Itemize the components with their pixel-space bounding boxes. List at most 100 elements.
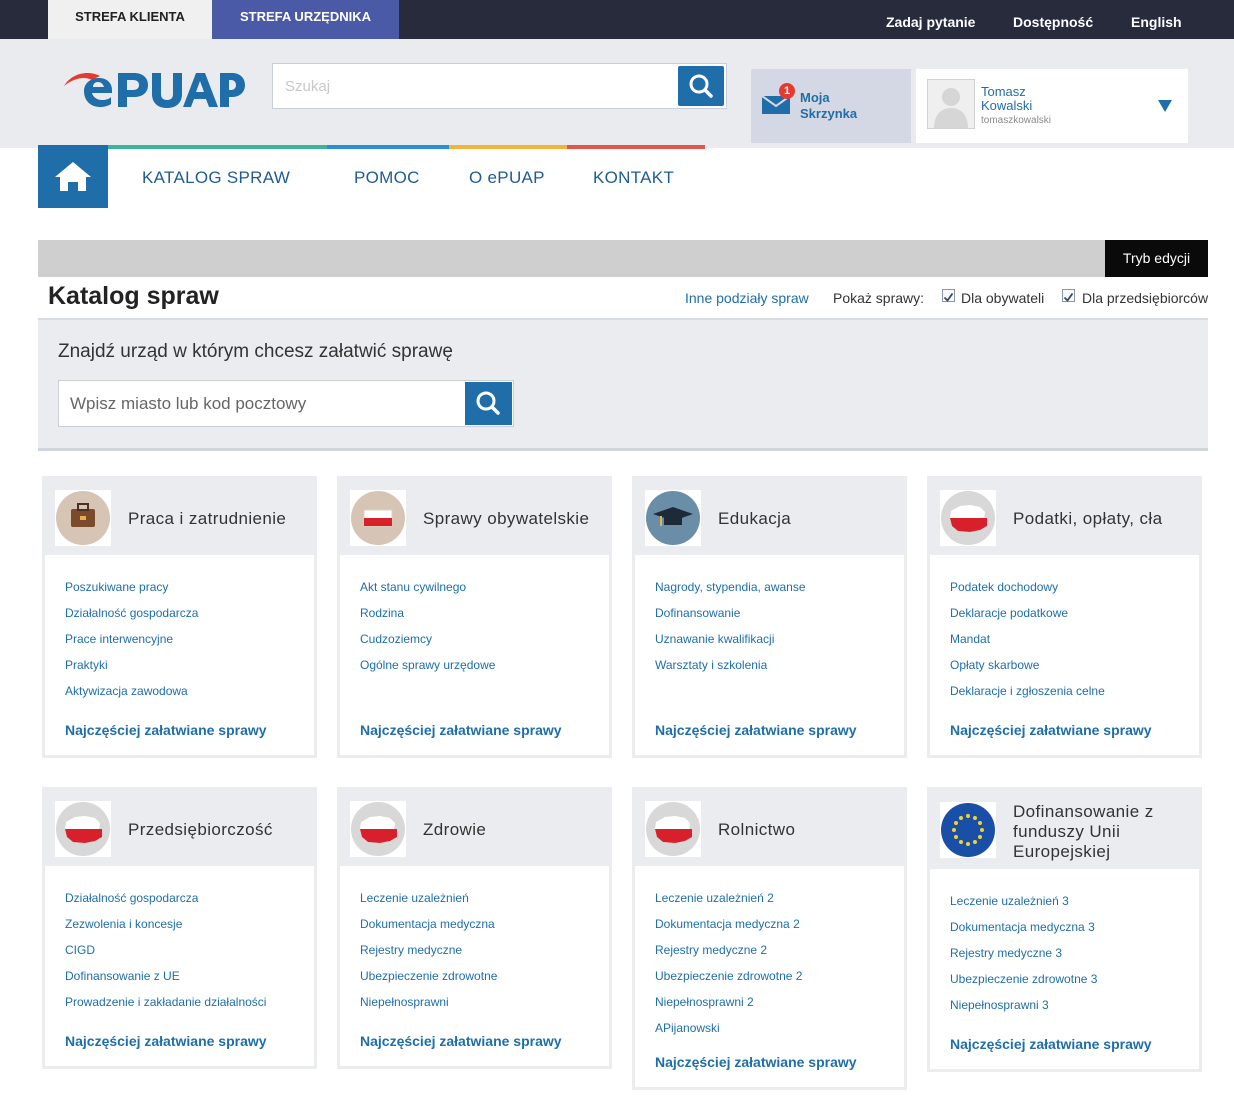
category-link[interactable]: Prowadzenie i zakładanie działalności (65, 995, 266, 1009)
most-common-cases-link[interactable]: Najczęściej załatwiane sprawy (655, 722, 857, 738)
epuap-logo[interactable] (62, 65, 246, 111)
category-link[interactable]: APijanowski (655, 1021, 720, 1035)
search-input[interactable] (273, 64, 677, 108)
category-link[interactable]: Niepełnosprawni 2 (655, 995, 754, 1009)
category-link[interactable]: Leczenie uzależnień 2 (655, 891, 774, 905)
nav-accent-yellow (449, 145, 567, 149)
category-link[interactable]: Dokumentacja medyczna 3 (950, 920, 1095, 934)
card-header: Rolnictwo (635, 790, 904, 866)
business-checkbox[interactable] (1062, 289, 1075, 302)
category-link[interactable]: Podatek dochodowy (950, 580, 1058, 594)
category-link[interactable]: Zezwolenia i koncesje (65, 917, 182, 931)
category-link[interactable]: Dokumentacja medyczna 2 (655, 917, 800, 931)
category-link[interactable]: Aktywizacja zawodowa (65, 684, 188, 698)
user-menu[interactable]: Tomasz Kowalski tomaszkowalski (916, 69, 1188, 143)
category-link[interactable]: Rodzina (360, 606, 404, 620)
city-postcode-input[interactable] (59, 381, 465, 426)
user-last-name: Kowalski (981, 98, 1033, 113)
most-common-cases-link[interactable]: Najczęściej załatwiane sprawy (360, 1033, 562, 1049)
card-title: Sprawy obywatelskie (423, 509, 590, 528)
category-link[interactable]: Leczenie uzależnień 3 (950, 894, 1069, 908)
card-header: Podatki, opłaty, cła (930, 479, 1199, 555)
search-box (272, 63, 727, 109)
finder-search-button[interactable] (465, 382, 512, 425)
most-common-cases-link[interactable]: Najczęściej załatwiane sprawy (65, 722, 267, 738)
category-link[interactable]: Dofinansowanie (655, 606, 740, 620)
category-link[interactable]: Niepełnosprawni 3 (950, 998, 1049, 1012)
card-title: Przedsiębiorczość (128, 820, 273, 839)
category-link[interactable]: Warsztaty i szkolenia (655, 658, 767, 672)
nav-catalog[interactable]: KATALOG SPRAW (142, 168, 290, 188)
tab-official-zone[interactable]: STREFA URZĘDNIKA (212, 0, 399, 39)
business-label: Dla przedsiębiorców (1082, 290, 1209, 306)
category-link[interactable]: Cudzoziemcy (360, 632, 432, 646)
category-link[interactable]: Opłaty skarbowe (950, 658, 1039, 672)
category-link[interactable]: Dofinansowanie z UE (65, 969, 180, 983)
card-title: Edukacja (718, 509, 792, 528)
card-header: Edukacja (635, 479, 904, 555)
edit-mode-button[interactable]: Tryb edycji (1105, 240, 1208, 277)
category-card-work: Praca i zatrudnienie Poszukiwane pracy D… (42, 476, 317, 758)
show-cases-label: Pokaż sprawy: (833, 290, 925, 306)
category-link[interactable]: Rejestry medyczne 3 (950, 946, 1062, 960)
card-title: Dofinansowanie z funduszy Unii Europejsk… (1013, 802, 1154, 861)
unread-badge: 1 (779, 83, 795, 99)
most-common-cases-link[interactable]: Najczęściej załatwiane sprawy (655, 1054, 857, 1070)
card-header: Przedsiębiorczość (45, 790, 314, 866)
category-link[interactable]: Poszukiwane pracy (65, 580, 168, 594)
mailbox-label-line2: Skrzynka (800, 106, 858, 121)
card-title: Podatki, opłaty, cła (1013, 509, 1163, 528)
citizens-checkbox[interactable] (942, 289, 955, 302)
tab-client-zone[interactable]: STREFA KLIENTA (48, 0, 212, 39)
poland-map-icon (55, 801, 111, 857)
category-link[interactable]: Niepełnosprawni (360, 995, 449, 1009)
category-link[interactable]: Ubezpieczenie zdrowotne 3 (950, 972, 1097, 986)
category-link[interactable]: Rejestry medyczne (360, 943, 462, 957)
category-link[interactable]: Nagrody, stypendia, awanse (655, 580, 806, 594)
mailbox-button[interactable]: 1 Moja Skrzynka (751, 69, 911, 143)
search-button[interactable] (678, 66, 724, 106)
citizens-label: Dla obywateli (961, 290, 1045, 306)
category-link[interactable]: Ubezpieczenie zdrowotne 2 (655, 969, 802, 983)
card-title: Zdrowie (423, 820, 487, 839)
most-common-cases-link[interactable]: Najczęściej załatwiane sprawy (65, 1033, 267, 1049)
home-button[interactable] (38, 145, 108, 208)
most-common-cases-link[interactable]: Najczęściej załatwiane sprawy (950, 722, 1152, 738)
search-icon (476, 391, 500, 415)
nav-about[interactable]: O ePUAP (469, 168, 545, 188)
category-link[interactable]: Prace interwencyjne (65, 632, 173, 646)
category-link[interactable]: Deklaracje podatkowe (950, 606, 1068, 620)
most-common-cases-link[interactable]: Najczęściej załatwiane sprawy (360, 722, 562, 738)
home-icon (55, 162, 91, 191)
category-link[interactable]: Ogólne sprawy urzędowe (360, 658, 495, 672)
search-icon (689, 74, 713, 98)
nav-contact[interactable]: KONTAKT (593, 168, 674, 188)
category-link[interactable]: Mandat (950, 632, 990, 646)
other-divisions-link[interactable]: Inne podziały spraw (685, 290, 809, 306)
category-link[interactable]: Dokumentacja medyczna (360, 917, 495, 931)
category-card-education: Edukacja Nagrody, stypendia, awanse Dofi… (632, 476, 907, 758)
category-link[interactable]: Działalność gospodarcza (65, 891, 198, 905)
header: 1 Moja Skrzynka Tomasz Kowalski tomaszko… (0, 39, 1234, 148)
category-link[interactable]: Ubezpieczenie zdrowotne (360, 969, 497, 983)
accessibility-link[interactable]: Dostępność (1013, 0, 1093, 39)
category-link[interactable]: Leczenie uzależnień (360, 891, 469, 905)
category-link[interactable]: CIGD (65, 943, 95, 957)
english-link[interactable]: English (1131, 0, 1182, 39)
category-link[interactable]: Akt stanu cywilnego (360, 580, 466, 594)
category-link[interactable]: Praktyki (65, 658, 108, 672)
category-link[interactable]: Deklaracje i zgłoszenia celne (950, 684, 1105, 698)
category-card-agriculture: Rolnictwo Leczenie uzależnień 2 Dokument… (632, 787, 907, 1090)
category-link[interactable]: Działalność gospodarcza (65, 606, 198, 620)
briefcase-icon (55, 490, 111, 546)
nav-accent-blue (327, 145, 449, 149)
card-header: Sprawy obywatelskie (340, 479, 609, 555)
category-link[interactable]: Rejestry medyczne 2 (655, 943, 767, 957)
category-link[interactable]: Uznawanie kwalifikacji (655, 632, 774, 646)
caret-down-icon[interactable] (1157, 99, 1173, 113)
nav-help[interactable]: POMOC (354, 168, 420, 188)
most-common-cases-link[interactable]: Najczęściej załatwiane sprawy (950, 1036, 1152, 1052)
ask-question-link[interactable]: Zadaj pytanie (886, 0, 975, 39)
mailbox-label-line1: Moja (800, 90, 830, 105)
card-header: Zdrowie (340, 790, 609, 866)
